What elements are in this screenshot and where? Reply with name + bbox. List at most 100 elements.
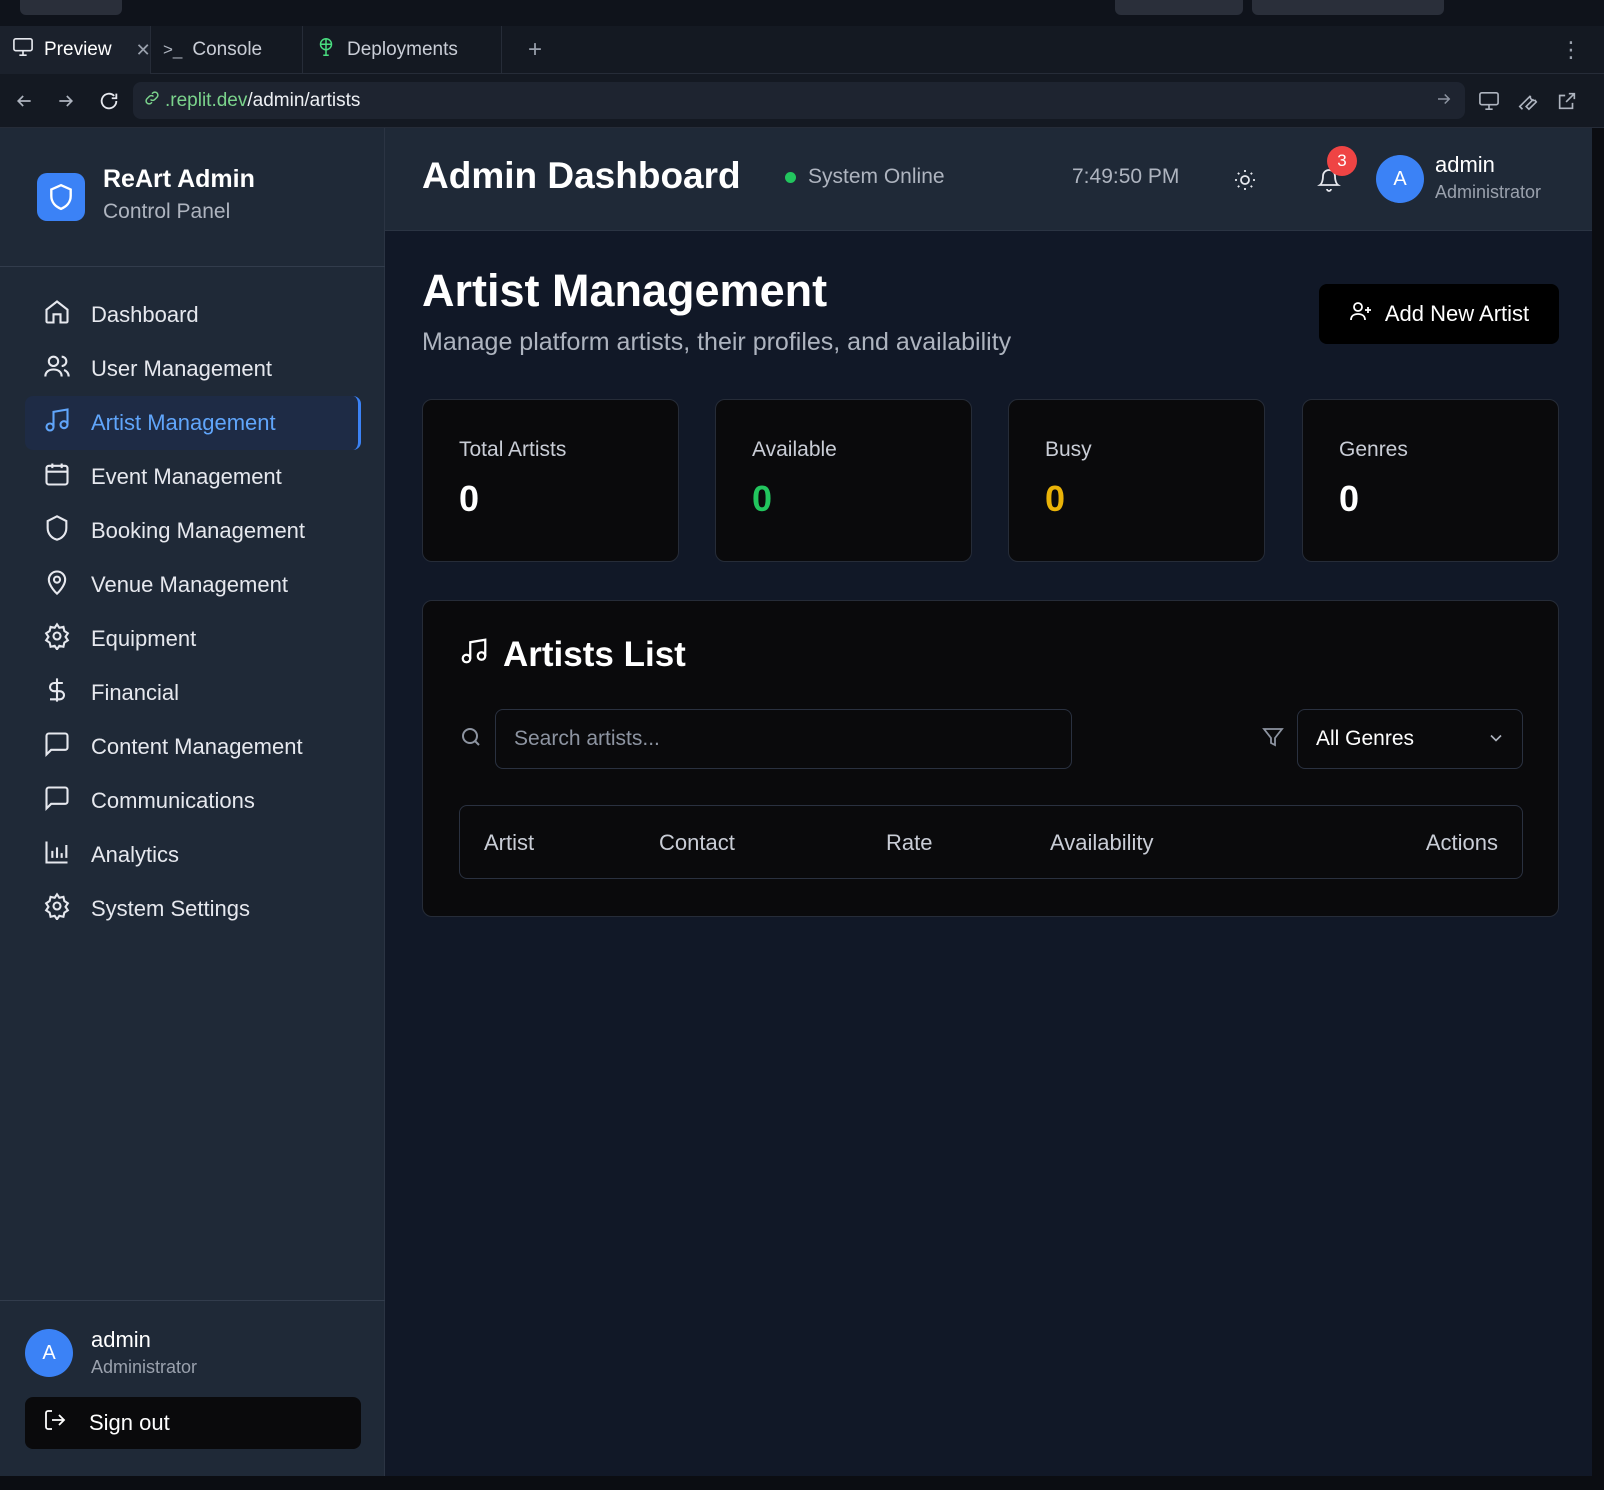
genre-select[interactable]: All Genres: [1297, 709, 1523, 769]
search-input[interactable]: [495, 709, 1072, 769]
avatar[interactable]: A: [25, 1329, 73, 1377]
sidebar-item-users[interactable]: User Management: [25, 342, 361, 396]
sidebar-item-events[interactable]: Event Management: [25, 450, 361, 504]
system-status: System Online: [785, 165, 945, 189]
column-header-artist[interactable]: Artist: [484, 830, 534, 856]
open-external-icon[interactable]: [1548, 74, 1586, 128]
stat-card-genres: Genres 0: [1302, 399, 1559, 562]
back-icon[interactable]: [4, 74, 44, 128]
devices-icon[interactable]: [1470, 74, 1508, 128]
gear-icon: [43, 622, 71, 656]
sidebar-item-communications[interactable]: Communications: [25, 774, 361, 828]
sidebar-item-label: System Settings: [91, 896, 250, 921]
sidebar-item-equipment[interactable]: Equipment: [25, 612, 361, 666]
sidebar-item-financial[interactable]: Financial: [25, 666, 361, 720]
stat-card-available: Available 0: [715, 399, 972, 562]
deploy-icon: [315, 36, 337, 64]
status-text: System Online: [808, 165, 945, 188]
notification-badge: 3: [1327, 146, 1357, 176]
brand-title: ReArt Admin: [103, 165, 255, 193]
sidebar-item-artists[interactable]: Artist Management: [25, 396, 361, 450]
address-bar: .replit.dev/admin/artists: [0, 74, 1604, 128]
page-title: Artist Management: [422, 265, 828, 316]
sidebar: ReArt Admin Control Panel Dashboard User…: [0, 128, 385, 1476]
theme-toggle-sun-icon[interactable]: [1223, 158, 1267, 202]
reload-icon[interactable]: [89, 74, 129, 128]
tab-label: Console: [192, 39, 263, 60]
close-icon[interactable]: ✕: [136, 40, 151, 61]
sidebar-item-analytics[interactable]: Analytics: [25, 828, 361, 882]
sidebar-item-label: Financial: [91, 680, 180, 705]
bar-chart-icon: [43, 838, 71, 872]
sign-out-button[interactable]: Sign out: [25, 1397, 361, 1449]
sidebar-item-dashboard[interactable]: Dashboard: [25, 288, 361, 342]
message-icon: [43, 730, 71, 764]
users-icon: [43, 352, 71, 386]
toolbar-pill[interactable]: [1252, 0, 1444, 15]
sidebar-item-label: Artist Management: [91, 410, 276, 435]
window-edge: [1592, 128, 1604, 1490]
tab-deployments[interactable]: Deployments: [303, 26, 502, 74]
column-header-rate[interactable]: Rate: [886, 830, 932, 856]
column-header-actions[interactable]: Actions: [1426, 830, 1498, 856]
url-path: /admin/artists: [247, 89, 361, 111]
main-content: Artist Management Manage platform artist…: [385, 231, 1592, 1476]
user-plus-icon: [1349, 299, 1373, 329]
sidebar-item-content[interactable]: Content Management: [25, 720, 361, 774]
stat-value: 0: [752, 478, 773, 519]
avatar[interactable]: A: [1376, 155, 1424, 203]
sidebar-item-label: Booking Management: [91, 518, 306, 543]
sidebar-item-settings[interactable]: System Settings: [25, 882, 361, 936]
sidebar-item-venues[interactable]: Venue Management: [25, 558, 361, 612]
stat-label: Total Artists: [459, 438, 567, 461]
wrench-icon[interactable]: [1509, 74, 1547, 128]
toolbar-pill[interactable]: [1115, 0, 1243, 15]
column-header-contact[interactable]: Contact: [659, 830, 735, 856]
terminal-icon: >_: [163, 40, 183, 59]
sidebar-item-label: Event Management: [91, 464, 282, 489]
url-host: .replit.dev: [165, 89, 248, 111]
monitor-icon: [12, 37, 34, 63]
stat-card-busy: Busy 0: [1008, 399, 1265, 562]
sidebar-item-bookings[interactable]: Booking Management: [25, 504, 361, 558]
tab-label: Preview: [44, 39, 112, 60]
list-title: Artists List: [459, 635, 686, 675]
top-header: Admin Dashboard System Online 7:49:50 PM…: [385, 128, 1592, 231]
sidebar-item-label: Venue Management: [91, 572, 288, 597]
url-field[interactable]: .replit.dev/admin/artists: [133, 82, 1465, 119]
add-artist-button[interactable]: Add New Artist: [1319, 284, 1559, 344]
link-icon: [143, 89, 161, 113]
sidebar-item-label: Equipment: [91, 626, 197, 651]
workspace-pill[interactable]: [20, 0, 122, 15]
table-header: Artist Contact Rate Availability Actions: [459, 805, 1523, 879]
forward-icon[interactable]: [46, 74, 86, 128]
sign-out-label: Sign out: [89, 1410, 170, 1435]
shield-icon: [43, 514, 71, 548]
home-icon: [43, 298, 71, 332]
add-artist-label: Add New Artist: [1384, 301, 1530, 326]
filter-icon: [1261, 725, 1285, 754]
stat-value: 0: [459, 478, 480, 519]
header-title: Admin Dashboard: [422, 155, 741, 196]
list-title-text: Artists List: [503, 635, 686, 674]
browser-top-strip: [0, 0, 1604, 26]
page-subtitle: Manage platform artists, their profiles,…: [422, 328, 1012, 356]
sidebar-user: A admin Administrator Sign out: [0, 1300, 385, 1476]
sidebar-item-label: Analytics: [91, 842, 180, 867]
more-options-icon[interactable]: ⋮: [1556, 26, 1586, 74]
sidebar-item-label: Content Management: [91, 734, 303, 759]
stat-label: Busy: [1045, 438, 1092, 461]
new-tab-button[interactable]: +: [515, 26, 555, 74]
sidebar-nav: Dashboard User Management Artist Managem…: [25, 288, 361, 936]
tab-console[interactable]: >_ Console: [151, 26, 303, 74]
app-window: ReArt Admin Control Panel Dashboard User…: [0, 128, 1592, 1476]
tab-preview[interactable]: Preview ✕: [0, 26, 151, 74]
column-header-availability[interactable]: Availability: [1050, 830, 1154, 856]
tab-bar: Preview ✕ >_ Console Deployments: [0, 26, 1604, 74]
music-icon: [459, 635, 489, 675]
gear-icon: [43, 892, 71, 926]
tab-label: Deployments: [347, 39, 458, 60]
user-name: admin: [1435, 152, 1495, 177]
go-icon[interactable]: [1435, 90, 1453, 114]
brand-subtitle: Control Panel: [103, 200, 231, 223]
